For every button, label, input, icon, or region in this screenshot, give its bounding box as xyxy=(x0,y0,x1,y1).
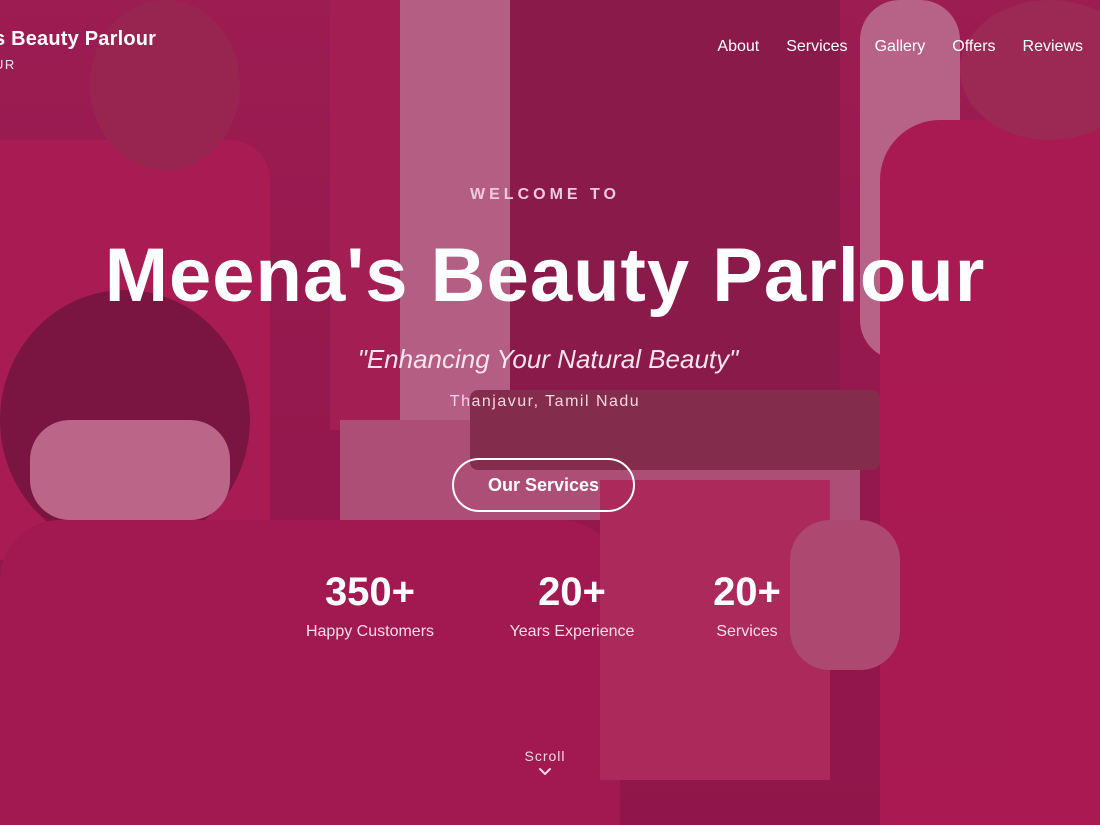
stat-value: 350+ xyxy=(324,570,416,614)
hero-overlay xyxy=(0,0,1100,825)
chevron-down-icon xyxy=(539,768,551,775)
brand-subtitle: UR xyxy=(0,57,16,72)
hero-location: Thanjavur, Tamil Nadu xyxy=(449,393,641,410)
scroll-indicator[interactable]: Scroll xyxy=(495,748,595,777)
stat-happy-customers: 350+ Happy Customers xyxy=(270,570,470,641)
nav-services[interactable]: Services xyxy=(786,38,847,56)
stat-years-experience: 20+ Years Experience xyxy=(472,570,672,641)
main-nav: About Services Gallery Offers Reviews xyxy=(717,38,1083,56)
nav-gallery[interactable]: Gallery xyxy=(875,38,926,56)
stat-value: 20+ xyxy=(538,570,606,614)
stat-label: Happy Customers xyxy=(305,623,435,640)
scroll-label: Scroll xyxy=(524,748,566,764)
our-services-button[interactable]: Our Services xyxy=(452,458,635,512)
stat-value: 20+ xyxy=(713,570,781,614)
welcome-text: WELCOME TO xyxy=(470,186,620,203)
brand-name: s Beauty Parlour xyxy=(0,28,157,50)
stat-label: Years Experience xyxy=(509,623,635,640)
hero-tagline: "Enhancing Your Natural Beauty" xyxy=(357,344,739,374)
stat-services: 20+ Services xyxy=(647,570,847,641)
nav-reviews[interactable]: Reviews xyxy=(1023,38,1083,56)
hero-title: Meena's Beauty Parlour xyxy=(104,233,986,318)
nav-offers[interactable]: Offers xyxy=(952,38,995,56)
brand-logo[interactable]: s Beauty Parlour UR xyxy=(0,28,156,72)
nav-about[interactable]: About xyxy=(717,38,759,56)
stat-label: Services xyxy=(716,623,778,640)
